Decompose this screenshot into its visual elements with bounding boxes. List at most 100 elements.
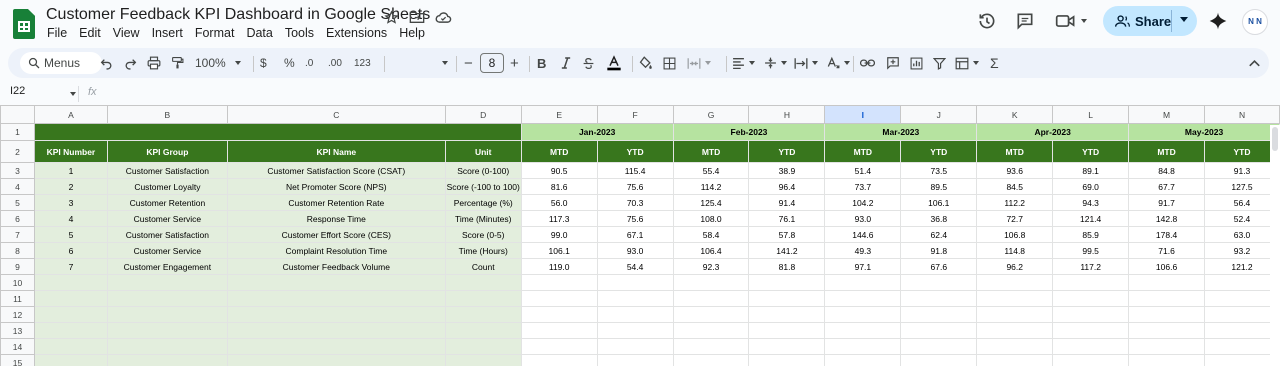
comments-icon[interactable] (1013, 9, 1037, 33)
value-cell[interactable]: 72.7 (976, 210, 1054, 227)
kpi-group-cell[interactable]: Customer Loyalty (106, 178, 228, 195)
kpi-group-cell[interactable]: Customer Engagement (106, 258, 228, 275)
empty-cell[interactable] (824, 322, 902, 339)
empty-cell[interactable] (444, 274, 522, 291)
vertical-align-icon[interactable] (764, 48, 787, 78)
empty-cell[interactable] (976, 338, 1054, 355)
horizontal-align-icon[interactable] (732, 48, 755, 78)
empty-cell[interactable] (824, 354, 902, 366)
value-cell[interactable]: 91.4 (748, 194, 826, 211)
undo-icon[interactable] (100, 48, 113, 78)
value-cell[interactable]: 51.4 (824, 162, 902, 179)
empty-cell[interactable] (748, 354, 826, 366)
column-header-e[interactable]: E (520, 105, 598, 124)
currency-format-button[interactable]: $ (260, 48, 267, 78)
value-cell[interactable]: 104.2 (824, 194, 902, 211)
kpi-group-cell[interactable]: Customer Service (106, 242, 228, 259)
value-cell[interactable]: 70.3 (596, 194, 674, 211)
mtd-header-cell[interactable]: MTD (672, 140, 750, 163)
menu-format[interactable]: Format (195, 26, 235, 40)
value-cell[interactable]: 178.4 (1128, 226, 1206, 243)
share-button[interactable]: Share (1103, 6, 1197, 36)
cloud-status-icon[interactable] (434, 8, 452, 26)
zoom-select[interactable]: 100% (195, 48, 241, 78)
empty-cell[interactable] (672, 290, 750, 307)
column-header-c[interactable]: C (226, 105, 446, 124)
decrease-decimal-button[interactable]: .0 (305, 48, 313, 78)
kpi-name-cell[interactable]: Customer Effort Score (CES) (226, 226, 446, 243)
percent-format-button[interactable]: % (284, 48, 295, 78)
empty-cell[interactable] (226, 354, 446, 366)
month-header[interactable]: Mar-2023 (824, 123, 978, 141)
empty-cell[interactable] (748, 338, 826, 355)
empty-cell[interactable] (976, 354, 1054, 366)
increase-decimal-button[interactable]: .00 (328, 48, 342, 78)
value-cell[interactable]: 91.8 (900, 242, 978, 259)
empty-cell[interactable] (106, 290, 228, 307)
value-cell[interactable]: 71.6 (1128, 242, 1206, 259)
mtd-header-cell[interactable]: MTD (824, 140, 902, 163)
value-cell[interactable]: 57.8 (748, 226, 826, 243)
meet-icon[interactable] (1052, 9, 1090, 33)
empty-cell[interactable] (596, 306, 674, 323)
column-header-n[interactable]: N (1204, 105, 1280, 124)
empty-cell[interactable] (1204, 322, 1280, 339)
menu-help[interactable]: Help (399, 26, 425, 40)
header-cell[interactable]: Unit (444, 140, 522, 163)
value-cell[interactable]: 84.5 (976, 178, 1054, 195)
empty-cell[interactable] (106, 338, 228, 355)
cell-grid[interactable]: A B C D E F G H I J K L M N 1 Jan-2023 Feb-2023 Mar-2023 A… (0, 105, 1280, 366)
kpi-unit-cell[interactable]: Count (444, 258, 522, 275)
header-cell[interactable]: KPI Group (106, 140, 228, 163)
value-cell[interactable]: 106.4 (672, 242, 750, 259)
column-header-d[interactable]: D (444, 105, 522, 124)
value-cell[interactable]: 85.9 (1052, 226, 1130, 243)
column-header-k[interactable]: K (976, 105, 1054, 124)
value-cell[interactable]: 69.0 (1052, 178, 1130, 195)
value-cell[interactable]: 93.2 (1204, 242, 1280, 259)
column-header-a[interactable]: A (33, 105, 108, 124)
empty-cell[interactable] (672, 354, 750, 366)
empty-cell[interactable] (33, 338, 108, 355)
value-cell[interactable]: 99.0 (520, 226, 598, 243)
ytd-header-cell[interactable]: YTD (1204, 140, 1280, 163)
row-header[interactable]: 11 (0, 290, 35, 307)
value-cell[interactable]: 106.6 (1128, 258, 1206, 275)
text-rotation-icon[interactable] (826, 48, 850, 78)
value-cell[interactable]: 52.4 (1204, 210, 1280, 227)
empty-cell[interactable] (900, 290, 978, 307)
row-header[interactable]: 7 (0, 226, 35, 243)
empty-cell[interactable] (748, 322, 826, 339)
name-box[interactable]: I22 (10, 85, 25, 97)
vertical-scrollbar[interactable] (1270, 125, 1280, 366)
menu-tools[interactable]: Tools (285, 26, 314, 40)
kpi-num-cell[interactable]: 3 (33, 194, 108, 211)
value-cell[interactable]: 92.3 (672, 258, 750, 275)
value-cell[interactable]: 106.1 (520, 242, 598, 259)
collapse-menus-icon[interactable] (1249, 48, 1260, 78)
font-size-input[interactable]: 8 (480, 53, 504, 73)
value-cell[interactable]: 75.6 (596, 210, 674, 227)
row-header[interactable]: 13 (0, 322, 35, 339)
kpi-num-cell[interactable]: 7 (33, 258, 108, 275)
redo-icon[interactable] (124, 48, 137, 78)
kpi-group-cell[interactable]: Customer Service (106, 210, 228, 227)
value-cell[interactable]: 142.8 (1128, 210, 1206, 227)
value-cell[interactable]: 96.4 (748, 178, 826, 195)
menu-edit[interactable]: Edit (79, 26, 101, 40)
row-header[interactable]: 12 (0, 306, 35, 323)
kpi-unit-cell[interactable]: Percentage (%) (444, 194, 522, 211)
value-cell[interactable]: 93.6 (976, 162, 1054, 179)
empty-cell[interactable] (1204, 274, 1280, 291)
value-cell[interactable]: 75.6 (596, 178, 674, 195)
month-header[interactable]: Feb-2023 (672, 123, 826, 141)
menu-view[interactable]: View (113, 26, 140, 40)
kpi-name-cell[interactable]: Complaint Resolution Time (226, 242, 446, 259)
empty-cell[interactable] (596, 290, 674, 307)
empty-cell[interactable] (444, 306, 522, 323)
empty-cell[interactable] (900, 354, 978, 366)
insert-link-icon[interactable] (860, 48, 875, 78)
value-cell[interactable]: 91.3 (1204, 162, 1280, 179)
ytd-header-cell[interactable]: YTD (748, 140, 826, 163)
empty-cell[interactable] (748, 274, 826, 291)
